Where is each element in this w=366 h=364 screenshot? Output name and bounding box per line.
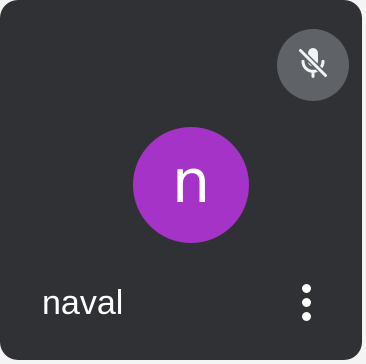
more-vert-icon — [301, 283, 311, 321]
more-options-button[interactable] — [290, 274, 322, 330]
avatar: n — [133, 127, 249, 243]
mic-off-icon — [293, 43, 333, 88]
participant-tile: n naval — [0, 0, 362, 360]
participant-name: naval — [42, 284, 124, 322]
mic-off-indicator — [277, 29, 349, 101]
